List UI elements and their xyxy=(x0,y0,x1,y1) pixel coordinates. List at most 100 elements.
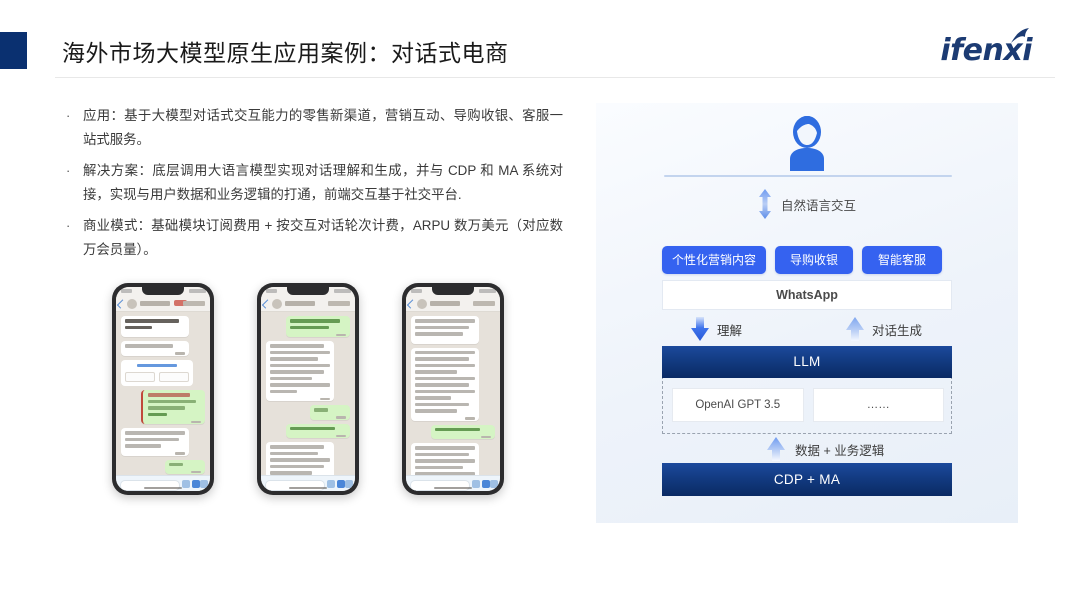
diagram-divider xyxy=(664,175,952,177)
natural-language-label: 自然语言交互 xyxy=(781,198,857,213)
chat-top-bar xyxy=(406,296,500,312)
brand-wordmark: ifenxi xyxy=(940,33,1032,68)
attachment-icon[interactable] xyxy=(327,480,335,488)
channel-button-guided-checkout[interactable]: 导购收银 xyxy=(775,246,853,274)
chat-message xyxy=(286,316,350,337)
natural-language-interaction-row: 自然语言交互 xyxy=(758,189,856,219)
bullet-marker: · xyxy=(66,108,71,123)
status-time xyxy=(121,289,132,293)
status-icons xyxy=(334,289,351,293)
bullet-text: 解决方案：底层调用大语言模型实现对话理解和生成，并与 CDP 和 MA 系统对接… xyxy=(83,163,563,202)
flow-arrow-label: 理解 xyxy=(717,323,743,338)
bullet-text: 应用：基于大模型对话式交互能力的零售新渠道，营销互动、导购收银、客服一站式服务。 xyxy=(83,108,563,147)
double-vertical-arrow-icon xyxy=(759,189,771,219)
flow-arrow-row: 理解 对话生成 xyxy=(662,315,952,343)
back-chevron-icon[interactable] xyxy=(406,299,417,309)
camera-icon[interactable] xyxy=(192,480,200,488)
arrow-up-icon xyxy=(846,317,864,341)
phone-screen xyxy=(261,287,355,491)
flow-arrow-generate: 对话生成 xyxy=(845,317,922,341)
architecture-diagram: 自然语言交互 个性化营销内容 导购收银 智能客服 WhatsApp 理解 对话生… xyxy=(596,103,1018,523)
chat-meta xyxy=(328,301,350,306)
chat-message xyxy=(310,405,350,420)
phone-mockup xyxy=(402,283,504,495)
back-chevron-icon[interactable] xyxy=(116,299,127,309)
camera-icon[interactable] xyxy=(337,480,345,488)
bullet-item-solution: · 解决方案：底层调用大语言模型实现对话理解和生成，并与 CDP 和 MA 系统… xyxy=(63,159,563,207)
page-title: 海外市场大模型原生应用案例：对话式电商 xyxy=(62,40,509,66)
llm-model-other: …… xyxy=(812,388,944,422)
attachment-icon[interactable] xyxy=(472,480,480,488)
chat-message-list xyxy=(261,312,355,489)
channel-button-personalized-marketing[interactable]: 个性化营销内容 xyxy=(662,246,766,274)
chat-message xyxy=(121,428,189,456)
home-indicator xyxy=(144,486,182,489)
chat-top-bar xyxy=(261,296,355,312)
chat-action-card[interactable] xyxy=(121,359,193,386)
mic-icon[interactable] xyxy=(345,480,353,488)
status-time xyxy=(266,289,277,293)
chat-message xyxy=(121,341,189,356)
phone-notch xyxy=(287,287,329,295)
chat-top-bar xyxy=(116,296,210,312)
flow-arrow-understand: 理解 xyxy=(690,317,742,341)
attachment-icon[interactable] xyxy=(182,480,190,488)
contact-avatar xyxy=(272,298,282,309)
chat-message xyxy=(411,316,479,344)
chat-meta xyxy=(183,301,205,306)
chat-message-list xyxy=(406,312,500,491)
arrow-up-icon xyxy=(767,437,785,461)
brand-logo: ifenxi xyxy=(912,28,1032,68)
user-avatar-icon xyxy=(790,116,824,171)
foundation-bar-cdp-ma: CDP + MA xyxy=(662,463,952,496)
home-indicator xyxy=(289,486,327,489)
chat-message-list xyxy=(116,312,210,491)
llm-model-openai: OpenAI GPT 3.5 xyxy=(672,388,804,422)
chat-message xyxy=(411,347,479,421)
chat-message xyxy=(141,390,205,424)
contact-name xyxy=(140,301,170,306)
llm-header: LLM xyxy=(662,346,952,378)
chat-meta xyxy=(473,301,495,306)
slide-header: 海外市场大模型原生应用案例：对话式电商 ifenxi xyxy=(0,0,1080,80)
home-indicator xyxy=(434,486,472,489)
channel-button-smart-service[interactable]: 智能客服 xyxy=(862,246,942,274)
chat-message xyxy=(266,341,334,401)
phone-notch xyxy=(432,287,474,295)
phone-notch xyxy=(142,287,184,295)
data-flow-row: 数据 + 业务逻辑 xyxy=(766,437,884,461)
phone-screen xyxy=(116,287,210,491)
card-button[interactable] xyxy=(159,372,189,382)
mic-icon[interactable] xyxy=(200,480,208,488)
arrow-down-icon xyxy=(691,317,709,341)
contact-avatar xyxy=(417,298,427,309)
mic-icon[interactable] xyxy=(490,480,498,488)
bullet-list: · 应用：基于大模型对话式交互能力的零售新渠道，营销互动、导购收银、客服一站式服… xyxy=(63,104,563,269)
status-icons xyxy=(189,289,206,293)
platform-bar-whatsapp: WhatsApp xyxy=(662,280,952,310)
phone-screen xyxy=(406,287,500,491)
back-chevron-icon[interactable] xyxy=(261,299,272,309)
llm-model-list: OpenAI GPT 3.5 …… xyxy=(672,388,944,422)
bullet-marker: · xyxy=(66,163,71,178)
status-icons xyxy=(479,289,496,293)
flow-arrow-label: 对话生成 xyxy=(872,323,923,338)
camera-icon[interactable] xyxy=(482,480,490,488)
card-button[interactable] xyxy=(125,372,155,382)
contact-avatar xyxy=(127,298,137,309)
bullet-text: 商业模式：基础模块订阅费用 + 按交互对话轮次计费，ARPU 数万美元（对应数万… xyxy=(83,218,563,257)
data-flow-label: 数据 + 业务逻辑 xyxy=(795,443,885,458)
phone-screenshot-group xyxy=(100,275,540,520)
chat-message xyxy=(165,459,205,474)
chat-message xyxy=(286,423,350,438)
bullet-item-business-model: · 商业模式：基础模块订阅费用 + 按交互对话轮次计费，ARPU 数万美元（对应… xyxy=(63,214,563,262)
header-accent-block xyxy=(0,32,27,69)
chat-message xyxy=(431,424,495,439)
bullet-marker: · xyxy=(66,218,71,233)
contact-name xyxy=(430,301,460,306)
channel-button-group: 个性化营销内容 导购收银 智能客服 xyxy=(662,246,952,274)
contact-name xyxy=(285,301,315,306)
header-divider xyxy=(55,77,1055,78)
llm-group: LLM OpenAI GPT 3.5 …… xyxy=(662,346,952,434)
bullet-item-application: · 应用：基于大模型对话式交互能力的零售新渠道，营销互动、导购收银、客服一站式服… xyxy=(63,104,563,152)
